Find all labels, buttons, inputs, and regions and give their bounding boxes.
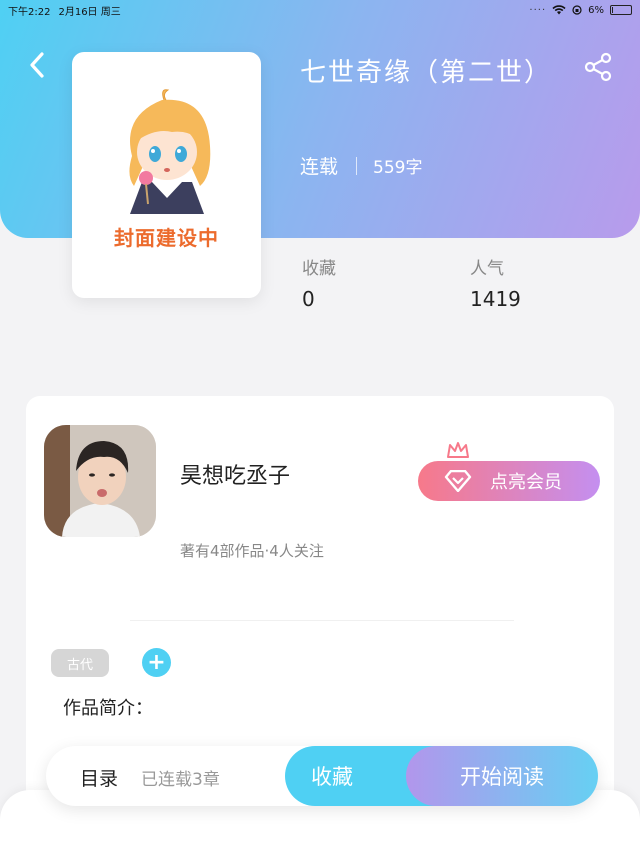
stat-value: 1419 [470, 287, 521, 311]
intro-label: 作品简介： [63, 698, 153, 719]
stat-label: 收藏 [302, 259, 336, 279]
add-tag-button[interactable]: + [142, 648, 171, 677]
back-button[interactable] [22, 48, 52, 82]
status-bar: 下午2:22 2月16日 周三 ···· 6% [0, 0, 640, 20]
meta-divider [356, 156, 358, 175]
section-divider [130, 620, 514, 621]
word-count: 559字 [373, 158, 423, 178]
genre-tag[interactable]: 古代 [51, 649, 109, 677]
vip-button[interactable]: 点亮会员 [418, 461, 600, 501]
plus-icon: + [147, 649, 166, 675]
book-meta: 连载 559字 [300, 152, 422, 179]
book-cover[interactable]: 封面建设中 [72, 52, 261, 298]
author-name[interactable]: 昊想吃丞子 [180, 458, 290, 490]
battery-percent: 6% [588, 4, 604, 16]
rotation-lock-icon [572, 5, 582, 15]
status-time: 下午2:22 [8, 6, 51, 18]
start-reading-button[interactable]: 开始阅读 [406, 746, 598, 806]
stat-favorites: 收藏 0 [302, 254, 336, 311]
catalog-button[interactable]: 目录 [80, 764, 118, 791]
serial-chapter-info: 已连载3章 [141, 770, 220, 790]
share-icon [584, 52, 612, 82]
author-avatar[interactable] [44, 425, 156, 537]
serial-status: 连载 [300, 156, 339, 178]
book-title: 七世奇缘（第二世） [300, 58, 553, 88]
author-meta: 著有4部作品·4人关注 [180, 542, 324, 560]
favorite-button-label: 收藏 [311, 765, 353, 789]
battery-icon [610, 5, 632, 15]
share-button[interactable] [578, 48, 618, 86]
status-date: 2月16日 周三 [58, 6, 121, 18]
anime-girl-illustration [128, 89, 210, 214]
chevron-left-icon [30, 52, 44, 78]
stat-label: 人气 [470, 259, 504, 279]
crown-icon [447, 442, 469, 458]
diamond-icon [444, 470, 472, 492]
stat-value: 0 [302, 287, 315, 311]
signal-icon: ···· [529, 4, 547, 16]
vip-button-label: 点亮会员 [490, 472, 562, 493]
stat-popularity: 人气 1419 [470, 254, 521, 311]
wifi-icon [552, 5, 566, 15]
cover-placeholder-text: 封面建设中 [114, 226, 219, 250]
author-photo [44, 425, 156, 537]
start-reading-label: 开始阅读 [460, 765, 544, 789]
